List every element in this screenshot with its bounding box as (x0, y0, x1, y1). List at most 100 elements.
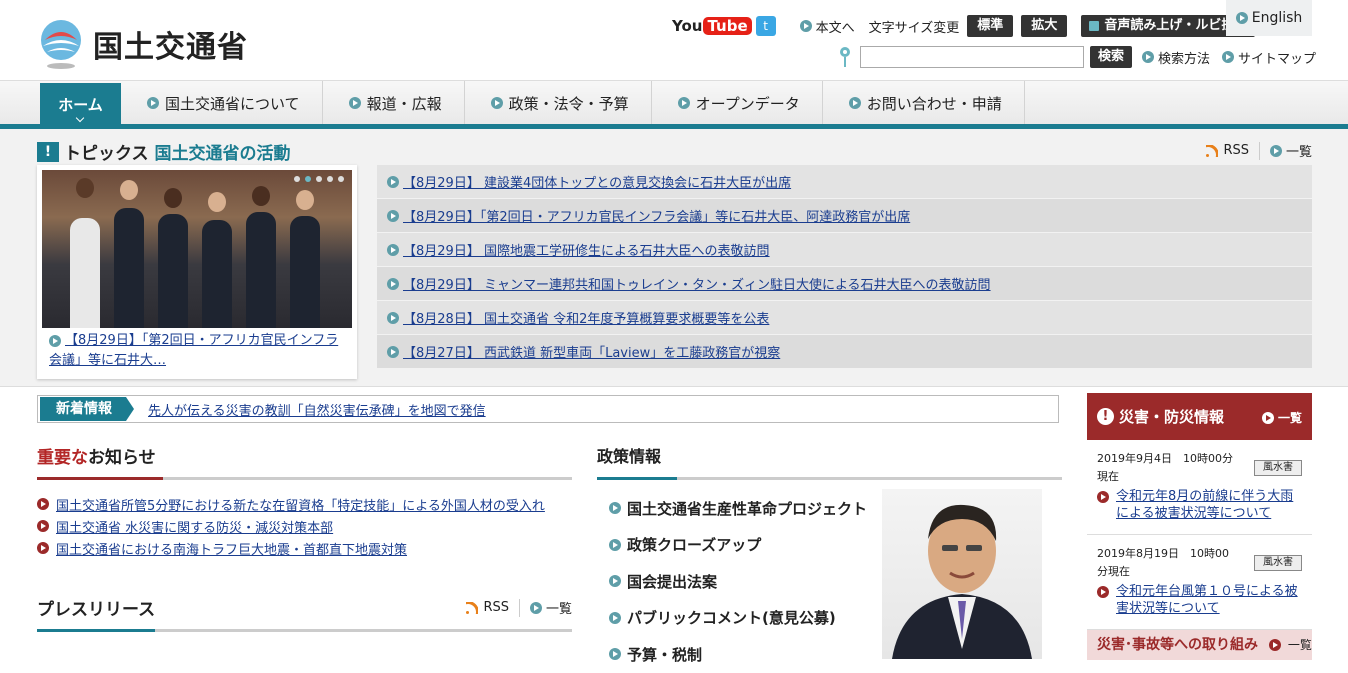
press-rss-link[interactable]: RSS (466, 600, 509, 615)
search-method-label: 検索方法 (1158, 51, 1211, 67)
disaster-link[interactable]: 令和元年台風第１０号による被害状況等について (1097, 583, 1302, 617)
policy-section: 政策情報 国土交通省生産性革命プロジェクト 政策クローズアップ 国会提出法案 パ… (597, 443, 1062, 673)
topic-item[interactable]: 【8月29日】 建設業4団体トップとの意見交換会に石井大臣が出席 (377, 165, 1312, 198)
feature-caption-link[interactable]: 【8月29日】「第2回日・アフリカ官民インフラ会議」等に石井大… (49, 331, 347, 371)
disaster-more-label: 災害･事故等への取り組み (1097, 637, 1258, 653)
arrow-circle-icon (529, 601, 542, 614)
list-item-label: 国土交通省 水災害に関する防災・減災対策本部 (56, 520, 334, 536)
slide-dot[interactable] (294, 176, 300, 182)
disaster-tag: 風水害 (1254, 555, 1302, 571)
disaster-link[interactable]: 令和元年8月の前線に伴う大雨による被害状況等について (1097, 488, 1302, 522)
rss-icon (466, 601, 479, 614)
nav-policy[interactable]: 政策・法令・予算 (465, 81, 652, 125)
disaster-meta: 2019年8月19日 10時00 風水害 分現在 (1097, 545, 1302, 581)
skip-to-content-link[interactable]: 本文へ (799, 17, 855, 36)
topics-all-label: 一覧 (1285, 145, 1312, 160)
top-utility-bar: You Tube t 本文へ 文字サイズ変更 標準 拡大 音声読み上げ・ルビ振り (672, 14, 1256, 38)
topic-item[interactable]: 【8月28日】 国土交通省 令和2年度予算概算要求概要等を公表 (377, 301, 1312, 334)
topic-item[interactable]: 【8月29日】「第2回日・アフリカ官民インフラ会議」等に石井大臣、阿達政務官が出… (377, 199, 1312, 232)
arrow-circle-icon (1235, 12, 1248, 24)
arrow-circle-icon (609, 575, 621, 588)
arrow-circle-icon (848, 97, 861, 109)
global-nav: ホーム 国土交通省について 報道・広報 政策・法令・予算 オープンデータ お問い… (0, 80, 1348, 125)
topics-title: トピックス (64, 144, 149, 164)
arrow-circle-icon (609, 538, 621, 551)
arrow-circle-icon (1269, 144, 1282, 157)
nav-home[interactable]: ホーム (40, 83, 121, 125)
disaster-more[interactable]: 災害･事故等への取り組み 一覧 (1087, 630, 1312, 660)
minister-photo[interactable] (882, 489, 1042, 659)
arrow-circle-icon (387, 277, 399, 290)
skip-to-content-label: 本文へ (815, 20, 855, 36)
topic-item[interactable]: 【8月27日】 西武鉄道 新型車両「Laview」を工藤政務官が視察 (377, 335, 1312, 368)
nav-contact[interactable]: お問い合わせ・申請 (823, 81, 1025, 125)
search-button[interactable]: 検索 (1090, 46, 1133, 68)
feature-photo (42, 170, 352, 328)
person-shape (114, 208, 144, 328)
font-size-standard-button[interactable]: 標準 (967, 15, 1014, 37)
topics-links: RSS 一覧 (1206, 141, 1312, 160)
person-head (76, 178, 94, 198)
youtube-tube: Tube (703, 17, 752, 35)
important-title-red: 重要な (37, 448, 88, 468)
english-link[interactable]: English (1226, 0, 1312, 36)
arrow-circle-icon (677, 97, 690, 109)
feature-card[interactable]: 【8月29日】「第2回日・アフリカ官民インフラ会議」等に石井大… (37, 165, 357, 379)
arrow-circle-icon (387, 311, 399, 324)
search-method-link[interactable]: 検索方法 (1142, 48, 1210, 67)
slide-dot[interactable] (316, 176, 322, 182)
nav-opendata[interactable]: オープンデータ (652, 81, 823, 125)
topic-item-label: 【8月29日】 ミャンマー連邦共和国トゥレイン・タン・ズィン駐日大使による石井大… (403, 278, 991, 293)
nav-about-label: 国土交通省について (165, 94, 300, 113)
nav-press[interactable]: 報道・広報 (323, 81, 465, 125)
press-all-link[interactable]: 一覧 (529, 598, 572, 617)
arrow-circle-icon (387, 243, 399, 256)
policy-title: 政策情報 (597, 443, 1062, 480)
policy-item-label: 国土交通省生産性革命プロジェクト (627, 499, 868, 518)
topic-item[interactable]: 【8月29日】 ミャンマー連邦共和国トゥレイン・タン・ズィン駐日大使による石井大… (377, 267, 1312, 300)
arrow-circle-icon (37, 520, 49, 532)
person-shape (246, 212, 276, 328)
arrow-circle-icon (1142, 51, 1155, 63)
topics-all-link[interactable]: 一覧 (1269, 141, 1312, 160)
site-header: 国土交通省 You Tube t 本文へ 文字サイズ変更 標準 拡大 音声読み上げ… (0, 0, 1348, 80)
list-item[interactable]: 国土交通省所管5分野における新たな在留資格「特定技能」による外国人材の受入れ (37, 493, 572, 515)
list-item[interactable]: 国土交通省における南海トラフ巨大地震・首都直下地震対策 (37, 537, 572, 559)
nav-home-label: ホーム (58, 95, 103, 114)
arrow-circle-icon (147, 97, 159, 109)
list-item[interactable]: 国土交通省 水災害に関する防災・減災対策本部 (37, 515, 572, 537)
topic-list: 【8月29日】 建設業4団体トップとの意見交換会に石井大臣が出席 【8月29日】… (377, 165, 1312, 369)
person-head (164, 188, 182, 208)
new-info-link[interactable]: 先人が伝える災害の教訓「自然災害伝承碑」を地図で発信 (148, 400, 486, 419)
person-head (120, 180, 138, 200)
person-shape (70, 218, 100, 328)
twitter-icon[interactable]: t (755, 16, 776, 36)
font-size-enlarge-button[interactable]: 拡大 (1021, 15, 1068, 37)
slide-dot[interactable] (327, 176, 333, 182)
arrow-circle-icon (348, 97, 361, 109)
list-item-label: 国土交通省における南海トラフ巨大地震・首都直下地震対策 (56, 542, 408, 558)
important-title: 重要なお知らせ (37, 443, 572, 480)
nav-contact-label: お問い合わせ・申請 (866, 94, 1002, 113)
exclamation-icon: ! (37, 141, 59, 162)
topics-subtitle: 国土交通省の活動 (154, 144, 291, 164)
minister-portrait-icon (892, 504, 1032, 659)
important-list: 国土交通省所管5分野における新たな在留資格「特定技能」による外国人材の受入れ 国… (37, 493, 572, 559)
disaster-all-link[interactable]: 一覧 (1261, 409, 1302, 426)
search-input[interactable] (860, 46, 1084, 68)
arrow-circle-icon (1097, 586, 1109, 598)
slide-dot[interactable] (305, 176, 311, 182)
sitemap-link[interactable]: サイトマップ (1222, 48, 1316, 67)
site-logo[interactable]: 国土交通省 (37, 18, 277, 70)
arrow-circle-icon (1261, 411, 1274, 424)
arrow-circle-icon (387, 209, 399, 222)
english-label: English (1251, 10, 1303, 26)
slide-dot[interactable] (338, 176, 344, 182)
nav-about[interactable]: 国土交通省について (121, 81, 323, 125)
press-links: RSS 一覧 (466, 598, 572, 617)
topic-item[interactable]: 【8月29日】 国際地震工学研修生による石井大臣への表敬訪問 (377, 233, 1312, 266)
arrow-circle-icon (609, 502, 621, 515)
topics-rss-link[interactable]: RSS (1206, 143, 1249, 158)
speaker-icon (1089, 21, 1100, 31)
youtube-link[interactable]: You Tube (672, 17, 752, 35)
